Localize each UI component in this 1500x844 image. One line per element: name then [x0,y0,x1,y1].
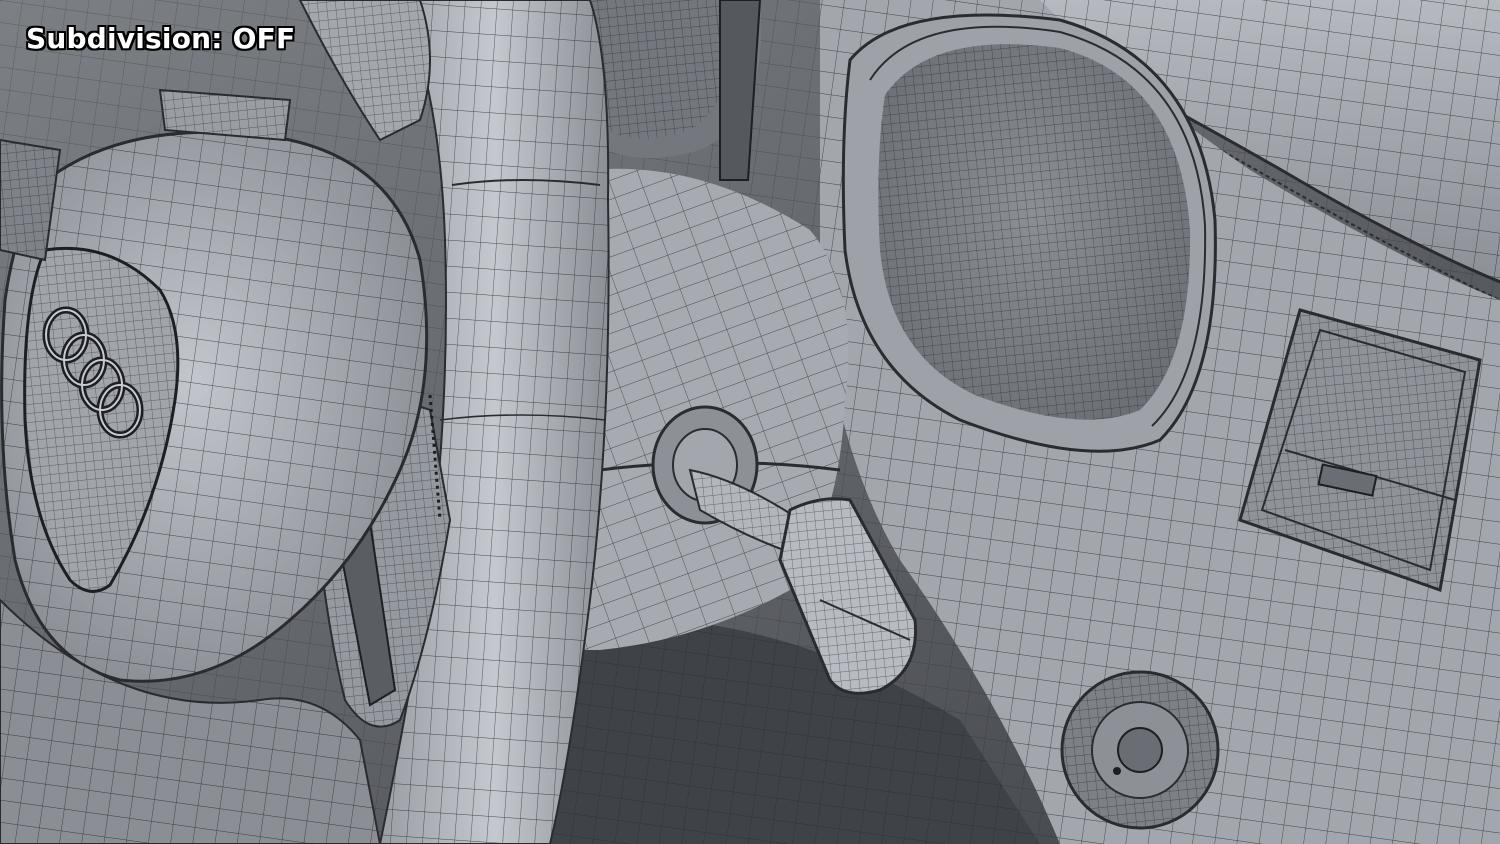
render-viewport: Subdivision: OFF [0,0,1500,844]
control-knob [1060,670,1220,830]
wireframe-render [0,0,1500,844]
subdivision-status-label: Subdivision: OFF [26,22,296,55]
